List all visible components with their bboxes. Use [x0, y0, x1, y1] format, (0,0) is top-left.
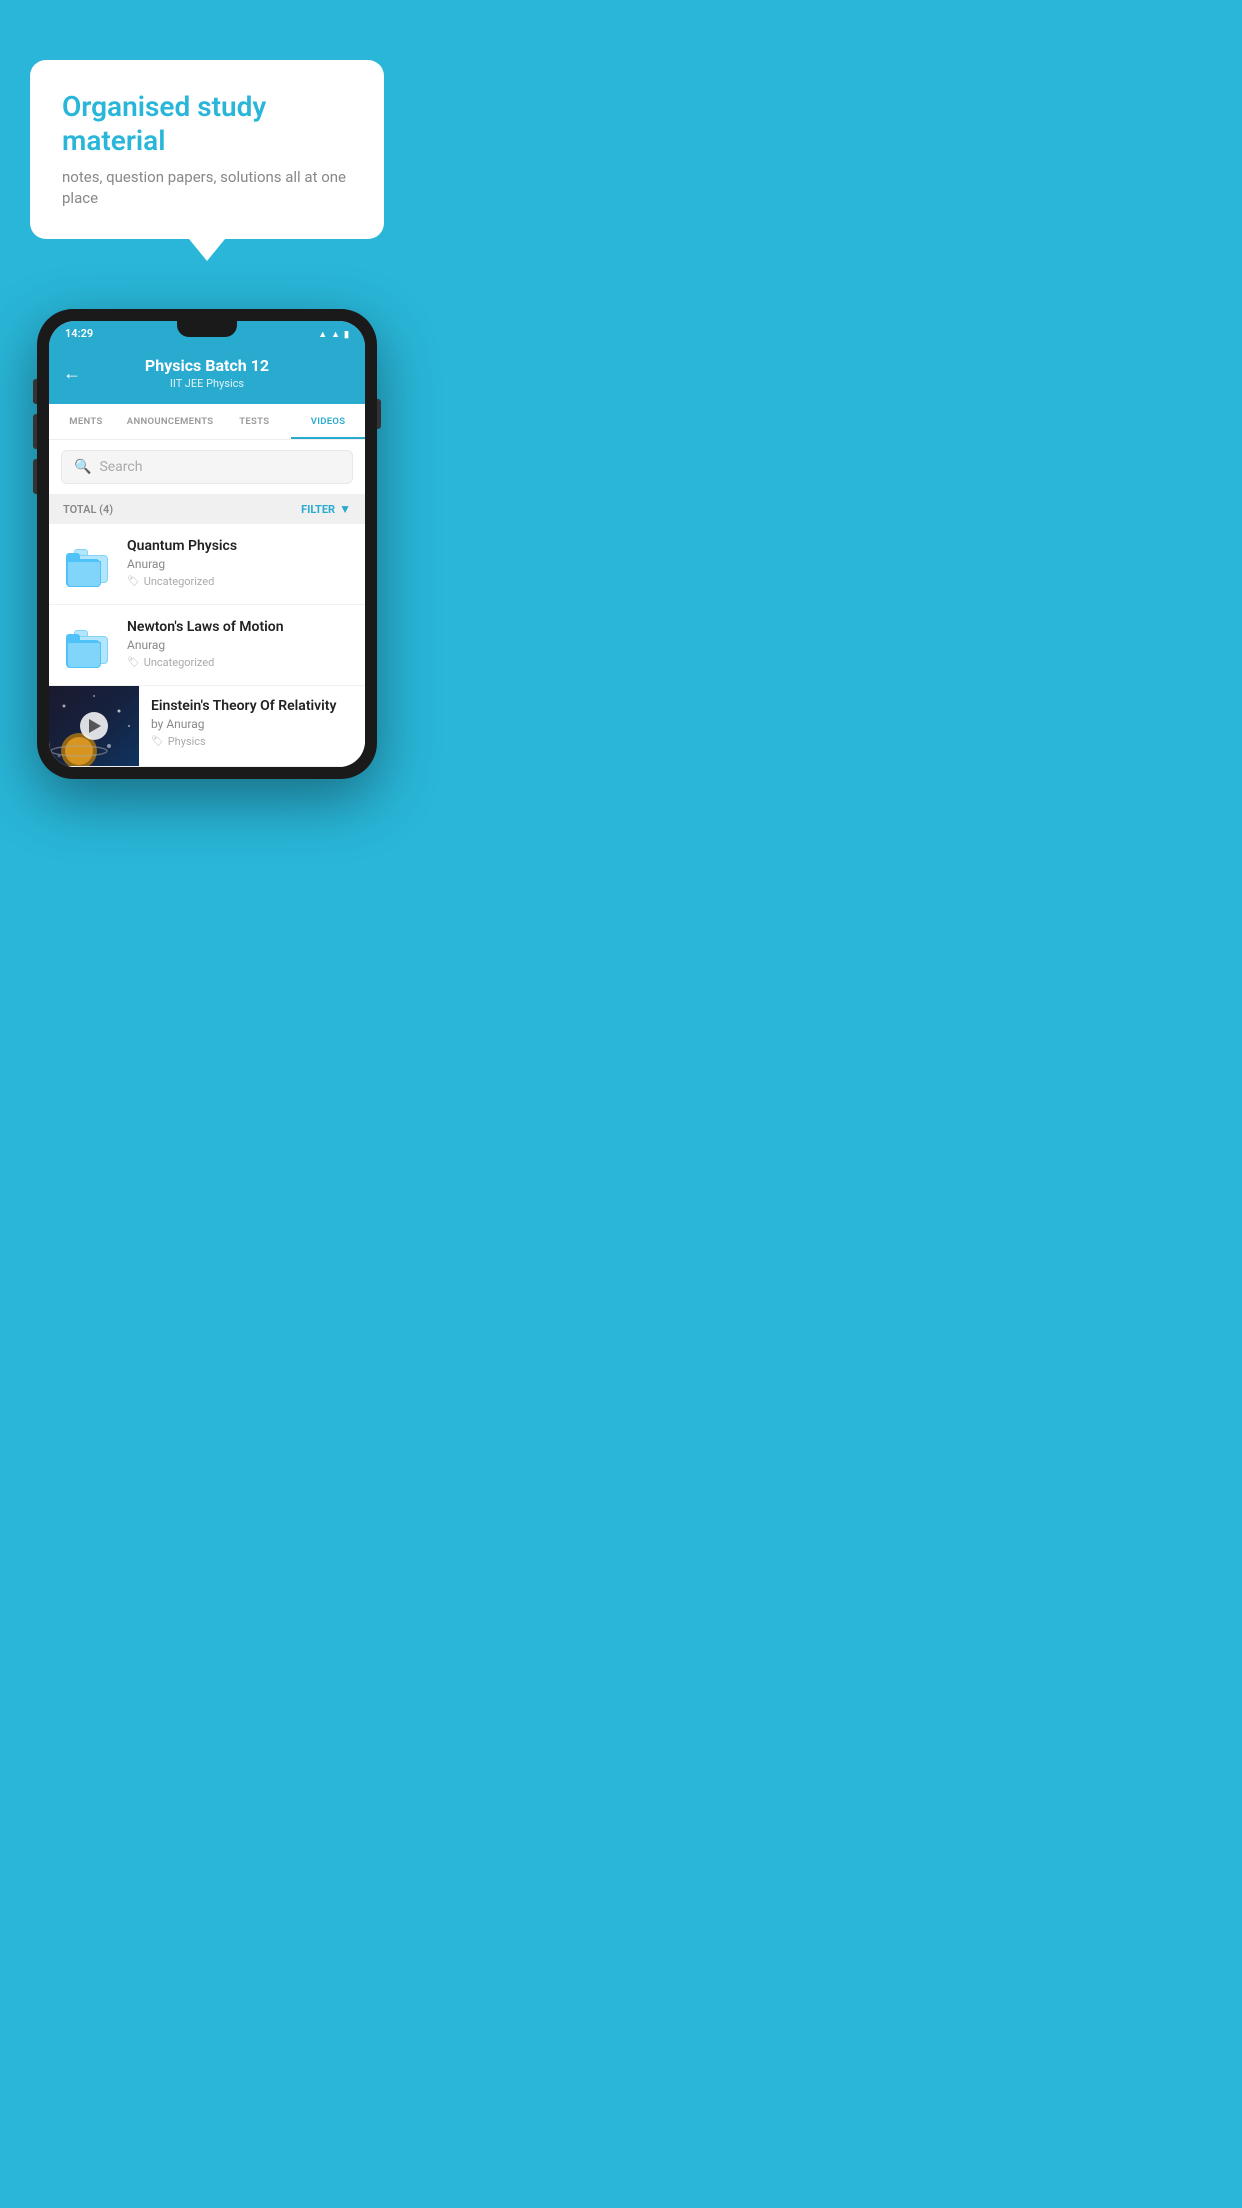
phone-frame: 14:29 ← Physics Batch 12 IIT JEE Physics — [37, 309, 377, 779]
phone-screen: 14:29 ← Physics Batch 12 IIT JEE Physics — [49, 321, 365, 767]
search-bar[interactable]: 🔍 Search — [61, 450, 353, 484]
vol-down-button — [33, 459, 37, 494]
filter-button[interactable]: FILTER ▼ — [301, 502, 351, 516]
phone-body: 14:29 ← Physics Batch 12 IIT JEE Physics — [37, 309, 377, 779]
vol-up-button — [33, 414, 37, 449]
search-icon: 🔍 — [74, 459, 91, 475]
video-info: Einstein's Theory Of Relativity by Anura… — [139, 686, 365, 760]
video-title: Newton's Laws of Motion — [127, 619, 351, 635]
bubble-subtitle: notes, question papers, solutions all at… — [62, 167, 352, 209]
tag-label: Physics — [168, 735, 206, 748]
tag-label: Uncategorized — [144, 656, 215, 669]
search-container: 🔍 Search — [49, 440, 365, 494]
bubble-title: Organised study material — [62, 90, 352, 157]
video-title: Quantum Physics — [127, 538, 351, 554]
video-title: Einstein's Theory Of Relativity — [151, 698, 353, 714]
top-section: Organised study material notes, question… — [0, 0, 414, 259]
folder-front — [67, 642, 101, 668]
video-author: by Anurag — [151, 717, 353, 731]
header-subtitle: IIT JEE Physics — [145, 377, 269, 390]
tag-icon: 🏷 — [127, 576, 140, 587]
folder-double-icon — [66, 622, 112, 668]
total-count: TOTAL (4) — [63, 503, 113, 516]
video-list: Quantum Physics Anurag 🏷 Uncategorized — [49, 524, 365, 767]
tab-videos[interactable]: VIDEOS — [291, 404, 365, 439]
tab-ments[interactable]: MENTS — [49, 404, 123, 439]
folder-double-icon — [66, 541, 112, 587]
video-tag: 🏷 Uncategorized — [127, 656, 351, 669]
mute-button — [33, 379, 37, 404]
wifi-icon — [318, 327, 327, 340]
filter-bar: TOTAL (4) FILTER ▼ — [49, 494, 365, 524]
list-item[interactable]: Einstein's Theory Of Relativity by Anura… — [49, 686, 365, 767]
list-item[interactable]: Quantum Physics Anurag 🏷 Uncategorized — [49, 524, 365, 605]
app-header: ← Physics Batch 12 IIT JEE Physics — [49, 346, 365, 404]
status-time: 14:29 — [65, 327, 93, 340]
video-tag: 🏷 Uncategorized — [127, 575, 351, 588]
tab-announcements[interactable]: ANNOUNCEMENTS — [123, 404, 218, 439]
power-button — [377, 399, 381, 429]
video-info: Newton's Laws of Motion Anurag 🏷 Uncateg… — [127, 619, 351, 669]
phone-notch — [177, 321, 237, 337]
tag-icon: 🏷 — [151, 736, 164, 747]
back-button[interactable]: ← — [63, 363, 81, 384]
header-title: Physics Batch 12 — [145, 356, 269, 375]
speech-bubble: Organised study material notes, question… — [30, 60, 384, 239]
header-text: Physics Batch 12 IIT JEE Physics — [145, 356, 269, 390]
folder-thumbnail — [63, 619, 115, 671]
tag-label: Uncategorized — [144, 575, 215, 588]
tag-icon: 🏷 — [127, 657, 140, 668]
play-triangle-icon — [89, 719, 101, 733]
filter-label: FILTER — [301, 503, 335, 516]
tabs-bar: MENTS ANNOUNCEMENTS TESTS VIDEOS — [49, 404, 365, 440]
play-button[interactable] — [80, 712, 108, 740]
signal-icon — [331, 327, 340, 340]
video-author: Anurag — [127, 638, 351, 652]
battery-icon — [344, 327, 349, 340]
video-tag: 🏷 Physics — [151, 735, 353, 748]
folder-front — [67, 561, 101, 587]
status-icons — [318, 327, 349, 340]
video-thumbnail — [49, 686, 139, 766]
tab-tests[interactable]: TESTS — [217, 404, 291, 439]
video-author: Anurag — [127, 557, 351, 571]
list-item[interactable]: Newton's Laws of Motion Anurag 🏷 Uncateg… — [49, 605, 365, 686]
filter-icon: ▼ — [339, 502, 351, 516]
folder-thumbnail — [63, 538, 115, 590]
search-placeholder: Search — [99, 459, 142, 475]
video-info: Quantum Physics Anurag 🏷 Uncategorized — [127, 538, 351, 588]
